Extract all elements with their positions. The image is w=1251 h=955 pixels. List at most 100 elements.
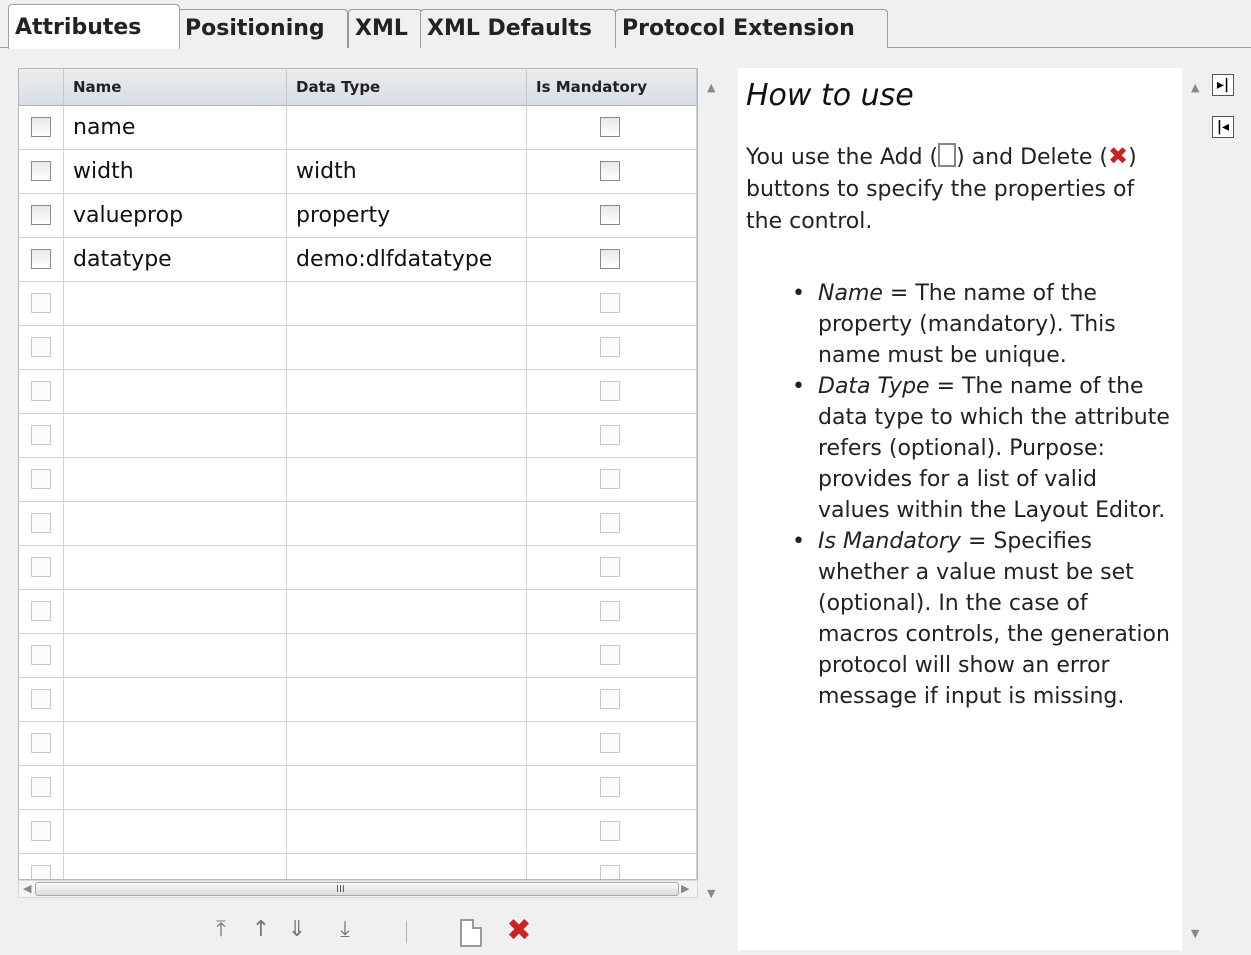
is-mandatory-checkbox[interactable] [600,161,620,181]
is-mandatory-cell[interactable] [527,590,697,633]
empty-row[interactable] [19,458,697,502]
name-cell[interactable] [64,502,287,545]
name-cell[interactable] [64,766,287,809]
data-type-cell[interactable] [287,458,527,501]
name-cell[interactable] [64,634,287,677]
is-mandatory-checkbox[interactable] [600,821,620,841]
is-mandatory-cell[interactable] [527,194,697,237]
table-row[interactable]: valueprop property [19,194,697,238]
empty-row[interactable] [19,326,697,370]
data-type-cell[interactable] [287,414,527,457]
is-mandatory-cell[interactable] [527,458,697,501]
row-select-cell[interactable] [19,502,64,545]
is-mandatory-checkbox[interactable] [600,469,620,489]
name-cell[interactable]: width [64,150,287,193]
name-cell[interactable]: name [64,106,287,149]
row-select-checkbox[interactable] [31,689,51,709]
is-mandatory-checkbox[interactable] [600,557,620,577]
row-select-checkbox[interactable] [31,425,51,445]
is-mandatory-checkbox[interactable] [600,645,620,665]
is-mandatory-cell[interactable] [527,502,697,545]
empty-row[interactable] [19,590,697,634]
row-select-cell[interactable] [19,766,64,809]
name-cell[interactable] [64,458,287,501]
scroll-left-icon[interactable]: ◀ [23,881,31,897]
empty-row[interactable] [19,414,697,458]
row-select-checkbox[interactable] [31,337,51,357]
is-mandatory-cell[interactable] [527,634,697,677]
row-select-cell[interactable] [19,810,64,853]
is-mandatory-checkbox[interactable] [600,777,620,797]
row-select-checkbox[interactable] [31,821,51,841]
row-select-checkbox[interactable] [31,469,51,489]
is-mandatory-checkbox[interactable] [600,865,620,879]
row-select-cell[interactable] [19,194,64,237]
tab-xml[interactable]: XML [348,9,422,48]
name-cell[interactable]: valueprop [64,194,287,237]
table-row[interactable]: name [19,106,697,150]
is-mandatory-cell[interactable] [527,370,697,413]
is-mandatory-checkbox[interactable] [600,249,620,269]
data-type-cell[interactable] [287,502,527,545]
name-cell[interactable] [64,414,287,457]
is-mandatory-checkbox[interactable] [600,601,620,621]
empty-row[interactable] [19,370,697,414]
name-cell[interactable] [64,722,287,765]
empty-row[interactable] [19,282,697,326]
row-select-checkbox[interactable] [31,557,51,577]
is-mandatory-cell[interactable] [527,854,697,879]
is-mandatory-cell[interactable] [527,150,697,193]
tab-protocol-extension[interactable]: Protocol Extension [615,9,888,48]
scroll-down-icon[interactable]: ▼ [707,886,715,902]
row-select-cell[interactable] [19,722,64,765]
scroll-down-icon[interactable]: ▼ [1191,926,1199,942]
row-select-cell[interactable] [19,590,64,633]
row-select-checkbox[interactable] [31,381,51,401]
data-type-cell[interactable] [287,106,527,149]
row-select-cell[interactable] [19,282,64,325]
expand-panel-icon[interactable]: ▸| [1212,74,1234,96]
empty-row[interactable] [19,766,697,810]
is-mandatory-cell[interactable] [527,282,697,325]
name-cell[interactable] [64,810,287,853]
help-vertical-scrollbar[interactable]: ▲ ▼ [1186,68,1206,948]
is-mandatory-cell[interactable] [527,722,697,765]
is-mandatory-cell[interactable] [527,766,697,809]
row-select-cell[interactable] [19,238,64,281]
is-mandatory-cell[interactable] [527,326,697,369]
row-select-cell[interactable] [19,634,64,677]
data-type-cell[interactable] [287,370,527,413]
scroll-right-icon[interactable]: ▶ [681,881,689,897]
collapse-panel-icon[interactable]: |◂ [1212,116,1234,138]
name-cell[interactable] [64,282,287,325]
is-mandatory-checkbox[interactable] [600,381,620,401]
is-mandatory-checkbox[interactable] [600,689,620,709]
table-row[interactable]: datatype demo:dlfdatatype [19,238,697,282]
is-mandatory-checkbox[interactable] [600,337,620,357]
row-select-checkbox[interactable] [31,601,51,621]
row-select-checkbox[interactable] [31,161,51,181]
move-down-icon[interactable]: ⇓ [284,915,310,945]
is-mandatory-cell[interactable] [527,414,697,457]
row-select-checkbox[interactable] [31,293,51,313]
row-select-checkbox[interactable] [31,733,51,753]
row-select-cell[interactable] [19,414,64,457]
row-select-checkbox[interactable] [31,513,51,533]
move-top-icon[interactable]: ⤒ [208,915,234,945]
name-cell[interactable]: datatype [64,238,287,281]
data-type-cell[interactable] [287,766,527,809]
tab-xml-defaults[interactable]: XML Defaults [420,9,616,48]
empty-row[interactable] [19,502,697,546]
data-type-cell[interactable] [287,678,527,721]
empty-row[interactable] [19,678,697,722]
name-cell[interactable] [64,854,287,879]
row-select-cell[interactable] [19,678,64,721]
scrollbar-thumb[interactable]: III [35,882,679,896]
is-mandatory-cell[interactable] [527,678,697,721]
name-cell[interactable] [64,370,287,413]
row-select-cell[interactable] [19,150,64,193]
empty-row[interactable] [19,546,697,590]
is-mandatory-checkbox[interactable] [600,425,620,445]
row-select-checkbox[interactable] [31,645,51,665]
data-type-cell[interactable] [287,326,527,369]
